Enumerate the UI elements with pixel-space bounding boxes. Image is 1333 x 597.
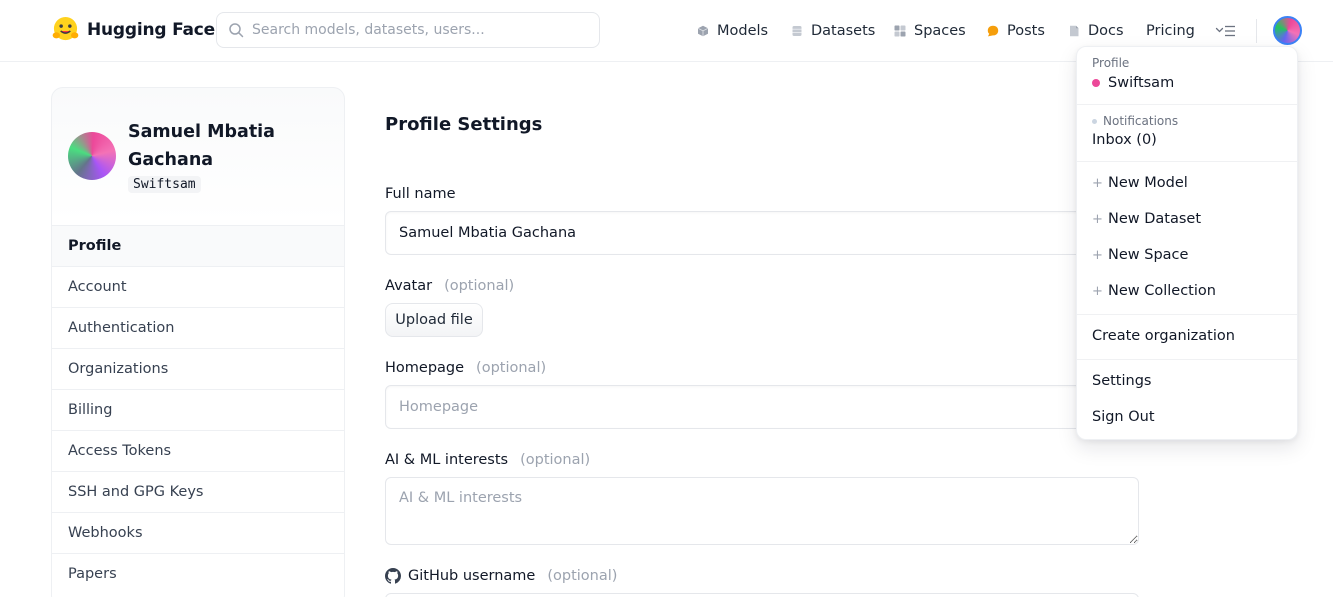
docs-icon	[1070, 25, 1079, 37]
search-icon	[229, 23, 244, 38]
avatar-label: Avatar (optional)	[385, 278, 514, 294]
sidebar-item-account[interactable]: Account	[52, 266, 344, 307]
menu-profile-link[interactable]: Swiftsam	[1092, 75, 1174, 91]
menu-new-space-label: New Space	[1108, 247, 1189, 263]
menu-create-organization[interactable]: Create organization	[1092, 328, 1235, 344]
sidebar-item-ssh-gpg-keys[interactable]: SSH and GPG Keys	[52, 471, 344, 512]
avatar-label-text: Avatar	[385, 278, 433, 294]
homepage-input[interactable]	[385, 385, 1139, 429]
homepage-label: Homepage (optional)	[385, 360, 546, 376]
user-dot-icon	[1092, 79, 1100, 87]
menu-new-dataset[interactable]: + New Dataset	[1092, 211, 1201, 227]
menu-new-model[interactable]: + New Model	[1092, 175, 1188, 191]
nav-spaces-label: Spaces	[914, 23, 966, 39]
plus-icon: +	[1092, 211, 1103, 227]
fullname-label-text: Full name	[385, 186, 456, 202]
sidebar-item-organizations[interactable]: Organizations	[52, 348, 344, 389]
nav-pricing-label: Pricing	[1146, 23, 1195, 39]
fullname-input[interactable]	[385, 211, 1139, 255]
upload-file-button[interactable]: Upload file	[385, 303, 483, 337]
menu-sign-out[interactable]: Sign Out	[1092, 409, 1155, 425]
nav-docs-label: Docs	[1088, 23, 1124, 39]
header-divider	[1256, 19, 1257, 43]
menu-settings[interactable]: Settings	[1092, 373, 1151, 389]
profile-caption: Profile	[1092, 56, 1130, 70]
datasets-cylinder-icon	[792, 26, 802, 36]
plus-icon: +	[1092, 283, 1103, 299]
models-cube-icon	[697, 25, 709, 37]
notifications-caption: Notifications	[1092, 114, 1178, 128]
menu-new-dataset-label: New Dataset	[1108, 211, 1202, 227]
menu-new-space[interactable]: + New Space	[1092, 247, 1188, 263]
menu-new-collection[interactable]: + New Collection	[1092, 283, 1216, 299]
interests-optional-hint: (optional)	[520, 452, 591, 468]
plus-icon: +	[1092, 247, 1103, 263]
settings-sidebar: Samuel Mbatia Gachana Swiftsam Profile A…	[51, 87, 345, 597]
avatar	[68, 132, 116, 180]
posts-bubble-icon	[987, 25, 999, 37]
avatar-optional-hint: (optional)	[444, 278, 515, 294]
menu-divider	[1077, 359, 1297, 360]
menu-divider	[1077, 104, 1297, 105]
huggingface-logo-icon	[52, 16, 79, 41]
interests-label-text: AI & ML interests	[385, 452, 509, 468]
sidebar-item-webhooks[interactable]: Webhooks	[52, 512, 344, 553]
github-label: GitHub username (optional)	[385, 568, 617, 584]
fullname-label: Full name	[385, 186, 456, 202]
nav-datasets-label: Datasets	[811, 23, 876, 39]
brand-link[interactable]: Hugging Face	[52, 16, 215, 43]
nav-pricing[interactable]: Pricing	[1146, 20, 1195, 42]
nav-posts[interactable]: Posts	[987, 20, 1045, 42]
homepage-label-text: Homepage	[385, 360, 465, 376]
search-box[interactable]	[216, 12, 600, 48]
notification-dot-icon	[1092, 118, 1097, 124]
sidebar-item-billing[interactable]: Billing	[52, 389, 344, 430]
spaces-grid-icon	[894, 25, 906, 37]
homepage-optional-hint: (optional)	[476, 360, 547, 376]
menu-divider	[1077, 314, 1297, 315]
nav-docs[interactable]: Docs	[1068, 20, 1124, 42]
github-label-text: GitHub username	[408, 568, 536, 584]
user-menu-dropdown: Profile Swiftsam Notifications Inbox (0)…	[1076, 46, 1298, 440]
menu-new-collection-label: New Collection	[1108, 283, 1216, 299]
page: Hugging Face Models Datasets	[0, 0, 1333, 597]
user-handle: Swiftsam	[128, 176, 201, 193]
sidebar-item-authentication[interactable]: Authentication	[52, 307, 344, 348]
nav-models[interactable]: Models	[697, 20, 768, 42]
nav-datasets[interactable]: Datasets	[791, 20, 875, 42]
more-menu-icon[interactable]	[1215, 23, 1237, 39]
plus-icon: +	[1092, 175, 1103, 191]
search-input[interactable]	[252, 22, 582, 38]
user-avatar-button[interactable]	[1273, 16, 1302, 45]
menu-inbox[interactable]: Inbox (0)	[1092, 132, 1157, 148]
profile-card: Samuel Mbatia Gachana Swiftsam	[52, 88, 344, 225]
sidebar-item-papers[interactable]: Papers	[52, 553, 344, 594]
notifications-caption-text: Notifications	[1103, 114, 1179, 128]
nav-models-label: Models	[717, 23, 769, 39]
github-icon	[385, 568, 401, 584]
menu-divider	[1077, 161, 1297, 162]
nav-posts-label: Posts	[1007, 23, 1045, 39]
github-optional-hint: (optional)	[547, 568, 618, 584]
nav-spaces[interactable]: Spaces	[894, 20, 966, 42]
sidebar-item-profile[interactable]: Profile	[52, 225, 344, 266]
menu-username: Swiftsam	[1108, 75, 1175, 91]
menu-new-model-label: New Model	[1108, 175, 1188, 191]
brand-name: Hugging Face	[87, 19, 215, 40]
interests-label: AI & ML interests (optional)	[385, 452, 590, 468]
interests-textarea[interactable]	[385, 477, 1139, 545]
github-input[interactable]	[385, 593, 1139, 597]
sidebar-item-access-tokens[interactable]: Access Tokens	[52, 430, 344, 471]
page-title: Profile Settings	[385, 114, 543, 135]
user-full-name: Samuel Mbatia Gachana	[128, 122, 275, 170]
